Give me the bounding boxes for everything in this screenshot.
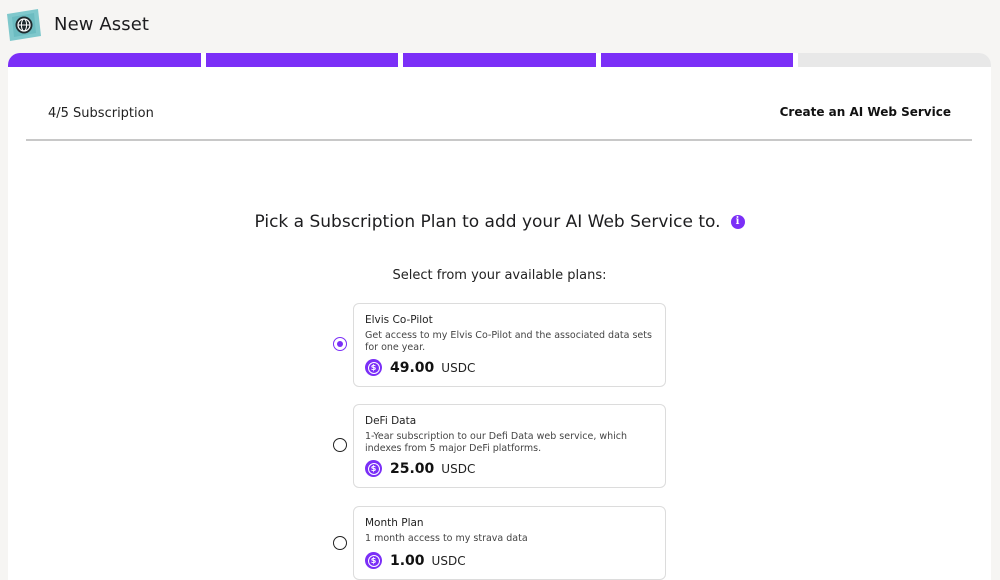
- plan-card[interactable]: Month Plan 1 month access to my strava d…: [353, 506, 666, 580]
- plan-name: Month Plan: [365, 517, 424, 529]
- plan-card[interactable]: DeFi Data 1-Year subscription to our Def…: [353, 404, 666, 488]
- progress-step-5: [798, 53, 991, 67]
- plan-radio[interactable]: [333, 536, 347, 550]
- step-label: 4/5 Subscription: [48, 106, 154, 121]
- heading-text: Pick a Subscription Plan to add your AI …: [254, 212, 721, 232]
- price-value: 1.00: [390, 552, 425, 569]
- wizard-card: 4/5 Subscription Create an AI Web Servic…: [8, 53, 991, 580]
- usdc-coin-icon: $: [365, 359, 382, 376]
- top-bar: New Asset: [0, 0, 1000, 52]
- section-heading: Pick a Subscription Plan to add your AI …: [8, 212, 991, 232]
- plan-price: $ 49.00 USDC: [365, 359, 475, 376]
- plan-card[interactable]: Elvis Co-Pilot Get access to my Elvis Co…: [353, 303, 666, 387]
- plan-option[interactable]: Month Plan 1 month access to my strava d…: [8, 506, 991, 580]
- plan-name: DeFi Data: [365, 415, 417, 427]
- usdc-coin-icon: $: [365, 552, 382, 569]
- plan-price: $ 1.00 USDC: [365, 552, 466, 569]
- progress-step-2: [205, 53, 399, 67]
- page-title: New Asset: [54, 14, 150, 35]
- progress-step-1: [8, 53, 201, 67]
- price-currency: USDC: [441, 461, 476, 476]
- plan-radio[interactable]: [333, 438, 347, 452]
- price-value: 49.00: [390, 359, 435, 376]
- plan-description: 1 month access to my strava data: [365, 533, 528, 544]
- usdc-coin-icon: $: [365, 460, 382, 477]
- plan-option[interactable]: DeFi Data 1-Year subscription to our Def…: [8, 404, 991, 488]
- price-currency: USDC: [441, 360, 476, 375]
- progress-step-4: [600, 53, 794, 67]
- plan-option[interactable]: Elvis Co-Pilot Get access to my Elvis Co…: [8, 303, 991, 387]
- wizard-title: Create an AI Web Service: [779, 105, 951, 119]
- plan-price: $ 25.00 USDC: [365, 460, 475, 477]
- step-progress-bar: [8, 53, 991, 67]
- price-currency: USDC: [431, 553, 466, 568]
- plan-description: 1-Year subscription to our Defi Data web…: [365, 431, 628, 454]
- progress-step-3: [403, 53, 596, 67]
- plan-radio-selected[interactable]: [333, 337, 347, 351]
- section-subheading: Select from your available plans:: [392, 268, 607, 283]
- plan-description: Get access to my Elvis Co-Pilot and the …: [365, 330, 652, 353]
- price-value: 25.00: [390, 460, 435, 477]
- header-divider: [26, 139, 972, 141]
- plan-name: Elvis Co-Pilot: [365, 314, 433, 326]
- app-logo-icon: [7, 9, 41, 41]
- info-icon[interactable]: i: [730, 215, 745, 229]
